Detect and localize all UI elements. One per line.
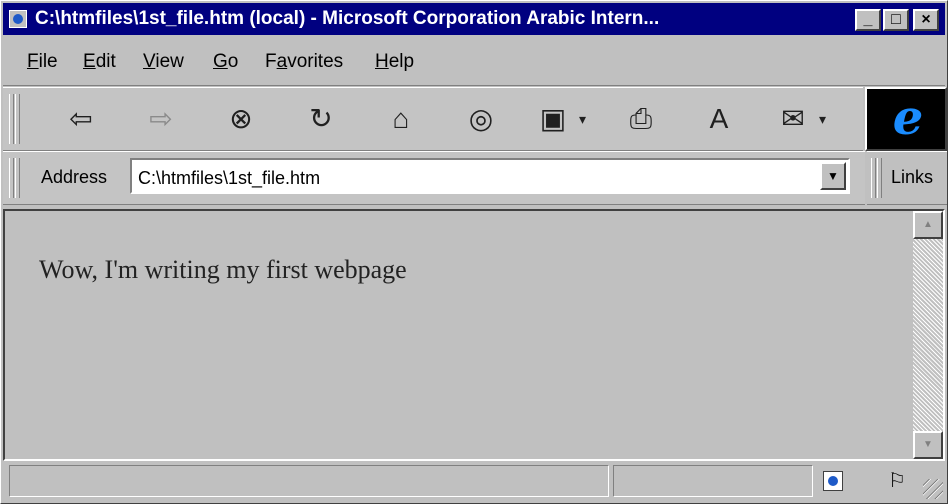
browser-window: C:\htmfiles\1st_file.htm (local) - Micro… [0,0,948,504]
address-grip[interactable] [9,158,14,198]
menu-bar: File Edit View Go Favorites Help [3,37,945,86]
menu-favorites[interactable]: Favorites [265,51,343,73]
print-button[interactable]: ⎙ [621,102,661,136]
mail-button[interactable]: ✉ [773,102,813,136]
favorites-dropdown-icon[interactable]: ▾ [579,102,586,136]
links-grip[interactable] [877,158,882,198]
minimize-button[interactable]: _ [855,9,881,31]
window-title: C:\htmfiles\1st_file.htm (local) - Micro… [35,9,660,29]
resize-grip[interactable] [923,479,943,499]
mail-dropdown-icon[interactable]: ▾ [819,102,826,136]
standard-toolbar: ⇦ ⇨ ⊗ ↻ ⌂ ◎ ▣ ▾ ⎙ A ✉ ▾ [3,87,863,151]
scroll-up-button[interactable]: ▲ [913,211,943,239]
menu-view[interactable]: View [143,51,184,73]
maximize-button[interactable]: □ [883,9,909,31]
favorites-button[interactable]: ▣ [533,102,573,136]
forward-button[interactable]: ⇨ [141,102,181,136]
menu-go[interactable]: Go [213,51,238,73]
links-grip[interactable] [871,158,876,198]
language-indicator-icon[interactable]: ⚐ [885,469,909,493]
address-input[interactable] [138,166,808,190]
status-bar: ⚐ [3,463,945,501]
stop-button[interactable]: ⊗ [221,102,261,136]
toolbar-grip[interactable] [9,94,14,144]
address-grip[interactable] [15,158,20,198]
menu-file[interactable]: File [27,51,58,73]
stop-icon: ⊗ [229,103,253,134]
menu-edit[interactable]: Edit [83,51,116,73]
favorites-folder-icon: ▣ [539,103,567,134]
ie-throbber-logo: e [865,87,947,151]
vertical-scrollbar[interactable]: ▲ ▼ [913,211,943,459]
page-content: Wow, I'm writing my first webpage ▲ ▼ [3,209,945,461]
address-label: Address [41,167,108,187]
status-progress-pane [613,465,813,497]
toolbar-grip[interactable] [15,94,20,144]
refresh-icon: ↻ [309,103,333,134]
address-combo[interactable]: ▼ [130,158,850,194]
forward-arrow-icon: ⇨ [149,103,173,134]
close-button[interactable]: × [913,9,939,31]
address-dropdown-button[interactable]: ▼ [820,162,846,190]
font-size-button[interactable]: A [699,102,739,136]
status-text-pane [9,465,609,497]
home-button[interactable]: ⌂ [381,102,421,136]
security-zone-icon [823,471,843,491]
refresh-button[interactable]: ↻ [301,102,341,136]
menu-help[interactable]: Help [375,51,414,73]
links-label[interactable]: Links [891,166,933,188]
search-icon: ◎ [468,103,494,134]
address-bar: Address ▼ [3,151,865,205]
page-body-text: Wow, I'm writing my first webpage [39,255,407,284]
links-bar[interactable]: Links [867,151,947,205]
mail-icon: ✉ [781,103,805,134]
home-icon: ⌂ [392,103,410,134]
back-button[interactable]: ⇦ [61,102,101,136]
scroll-down-button[interactable]: ▼ [913,431,943,459]
ie-logo-icon: e [892,90,924,146]
ie-app-icon[interactable] [9,10,27,28]
search-button[interactable]: ◎ [461,102,501,136]
printer-icon: ⎙ [629,103,653,134]
title-bar[interactable]: C:\htmfiles\1st_file.htm (local) - Micro… [3,3,945,35]
font-size-icon: A [709,103,729,134]
back-arrow-icon: ⇦ [69,103,93,134]
